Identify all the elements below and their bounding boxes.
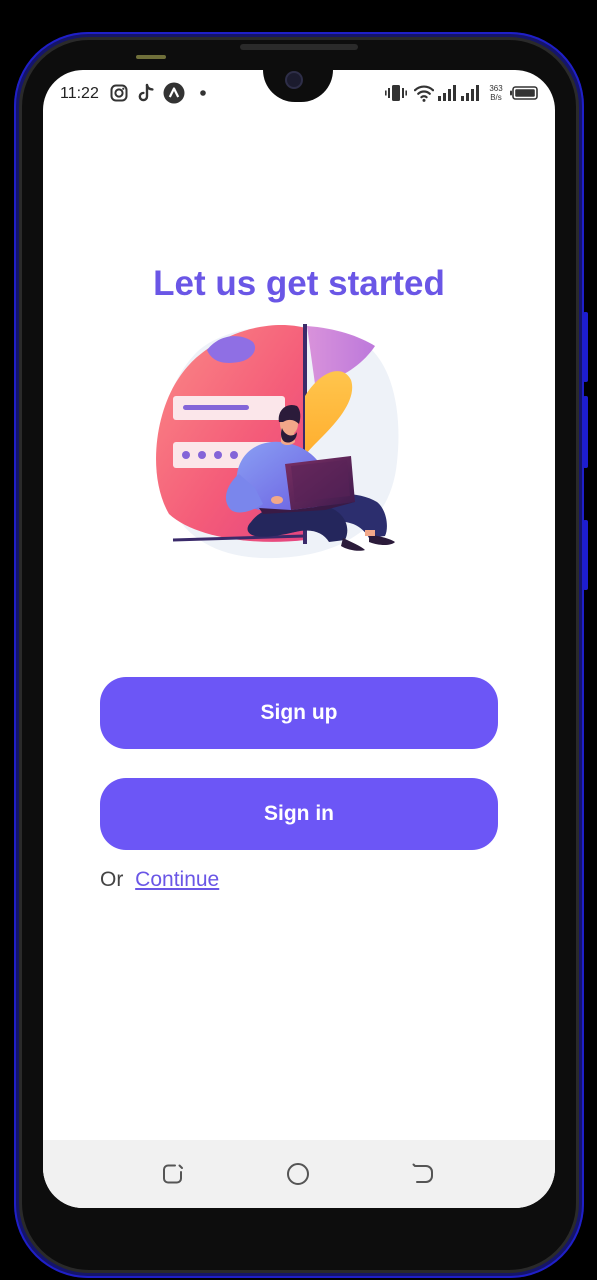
instagram-icon: [109, 83, 129, 103]
vibrate-icon: [385, 83, 407, 103]
system-navigation-bar: [43, 1140, 555, 1208]
volume-up-button: [583, 312, 588, 382]
app-icon: [163, 82, 185, 104]
dot-icon: [199, 83, 207, 103]
power-button: [583, 520, 588, 590]
continue-row: Or Continue: [100, 868, 219, 892]
network-speed-value: 363: [489, 84, 503, 93]
login-illustration: [156, 324, 399, 559]
front-camera: [287, 73, 301, 87]
page-title: Let us get started: [153, 264, 445, 303]
earpiece-speaker: [240, 44, 358, 50]
sign-in-button[interactable]: Sign in: [100, 778, 498, 850]
continue-link[interactable]: Continue: [135, 868, 219, 891]
status-time: 11:22: [60, 85, 99, 102]
wifi-icon: [414, 83, 434, 103]
app-screen: 11:22 363 B/s Let us get started Sign up…: [43, 70, 555, 1208]
back-icon[interactable]: [411, 1162, 435, 1186]
home-icon[interactable]: [286, 1162, 310, 1186]
signal-icon: [438, 83, 458, 103]
signal-icon: [461, 83, 481, 103]
tiktok-icon: [136, 83, 156, 103]
or-label: Or: [100, 868, 124, 891]
volume-down-button: [583, 396, 588, 468]
network-speed: 363 B/s: [485, 84, 507, 102]
proximity-sensor: [136, 55, 166, 59]
sign-up-button[interactable]: Sign up: [100, 677, 498, 749]
recents-icon[interactable]: [161, 1162, 185, 1186]
network-speed-unit: B/s: [490, 93, 502, 102]
battery-icon: [510, 83, 538, 103]
